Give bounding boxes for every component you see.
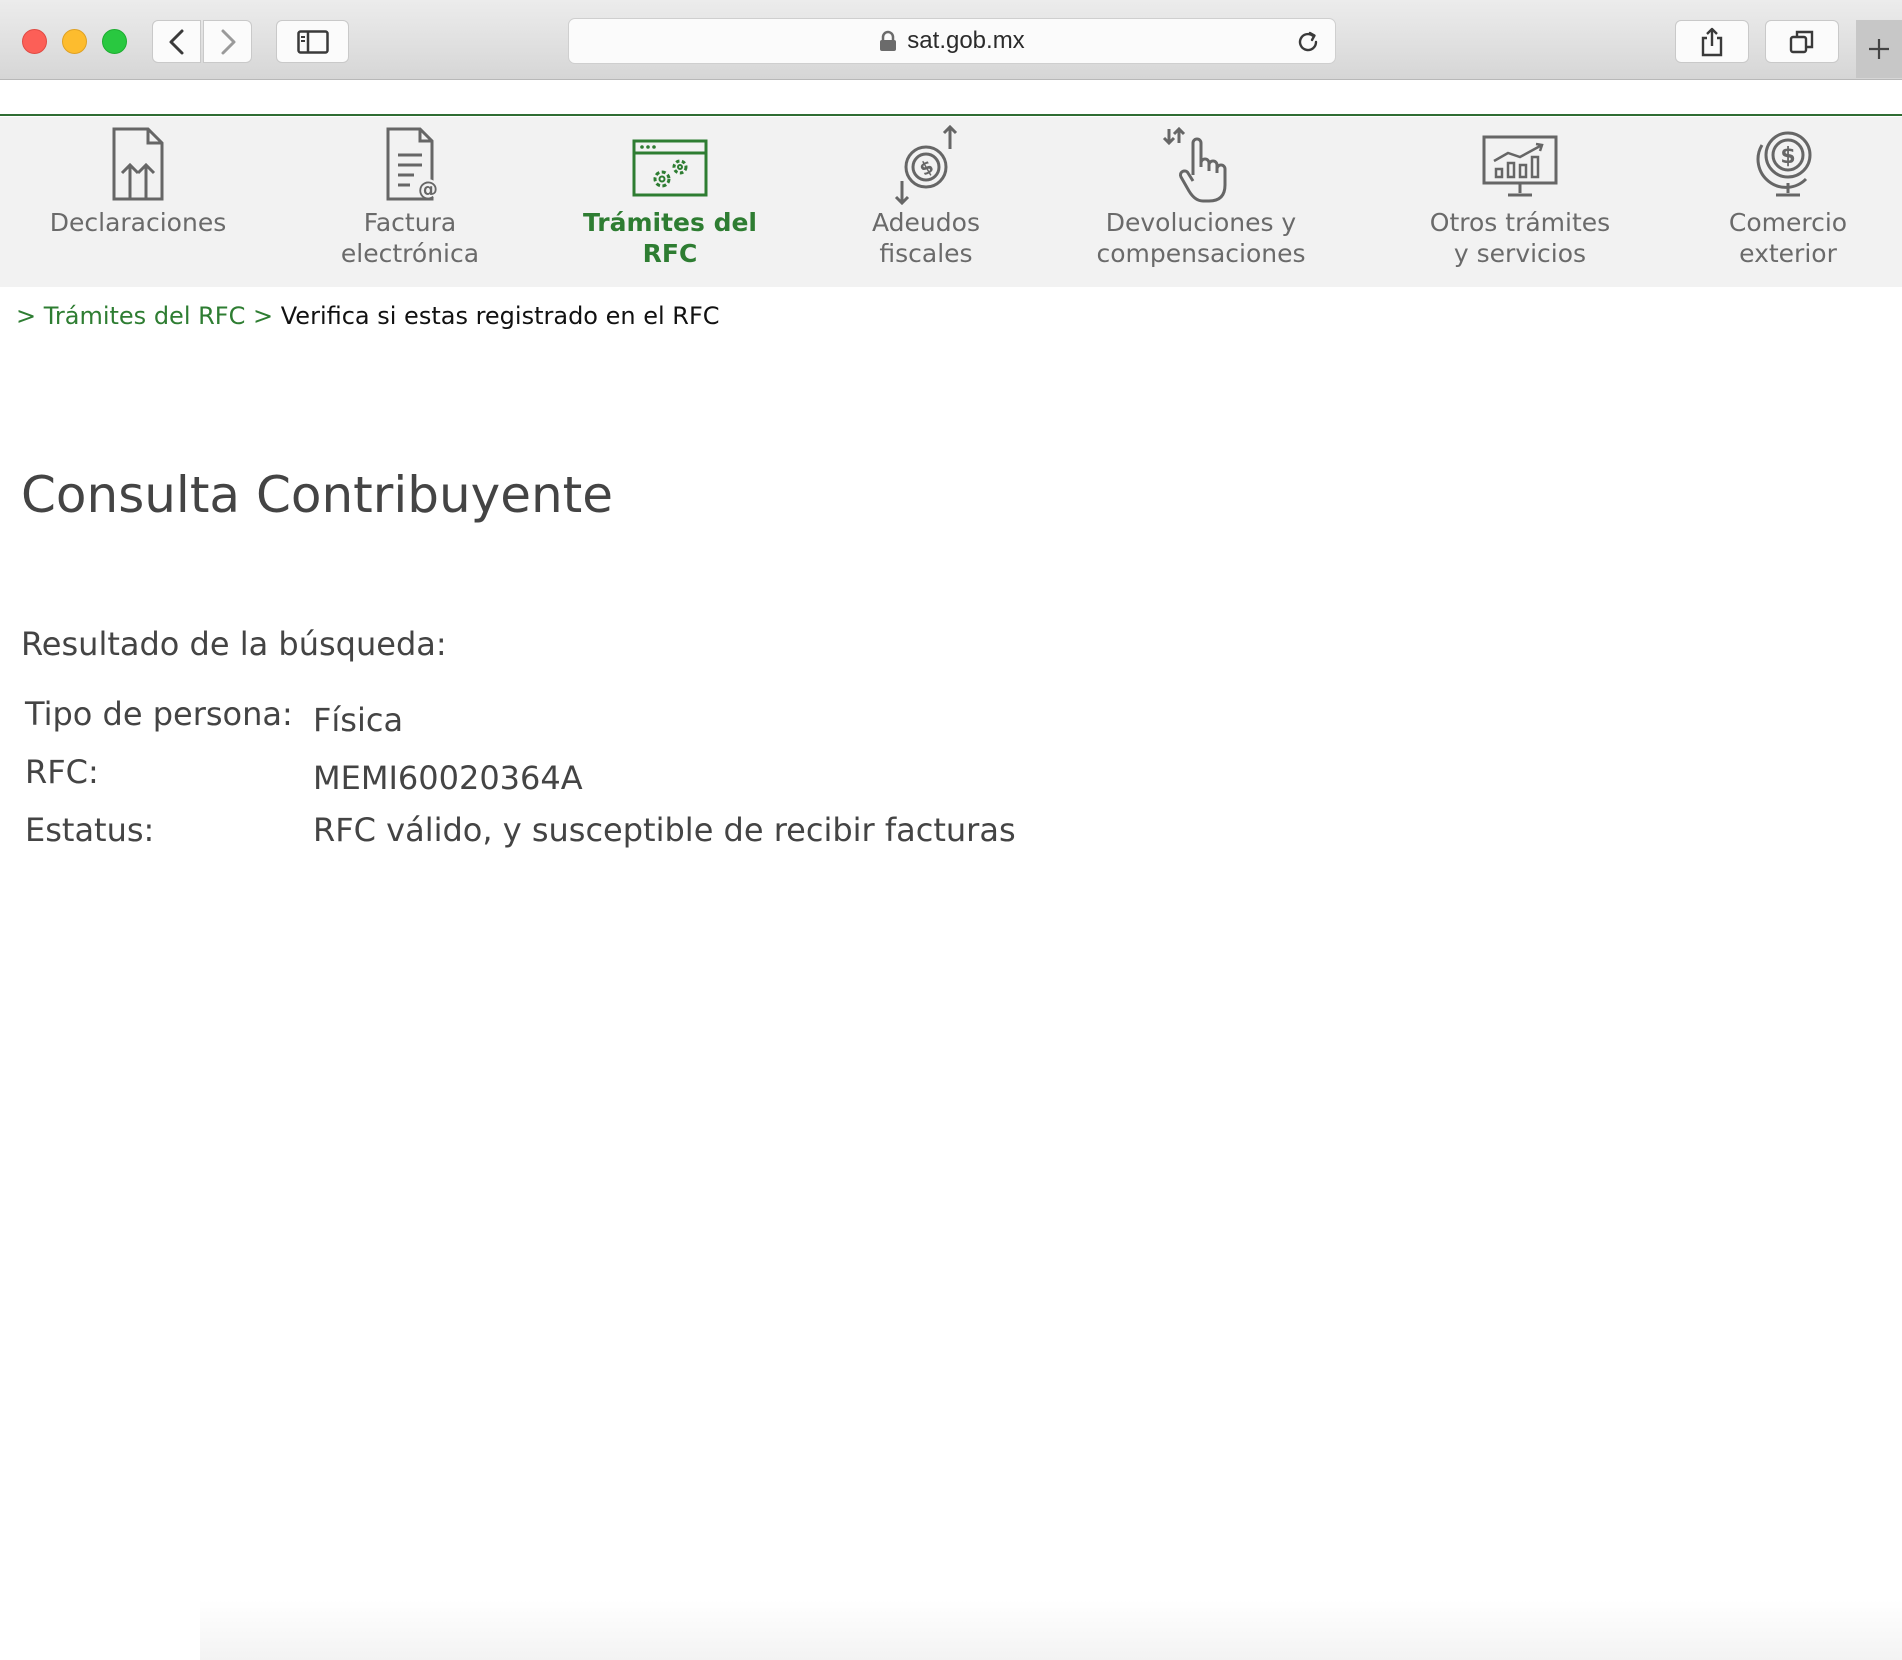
- nav-item-factura-electronica[interactable]: @ Factura electrónica: [320, 117, 500, 287]
- result-heading: Resultado de la búsqueda:: [21, 625, 447, 663]
- plus-icon: [1869, 39, 1889, 59]
- browser-toolbar: sat.gob.mx: [0, 0, 1902, 80]
- minimize-window-button[interactable]: [62, 29, 87, 54]
- result-label: Estatus:: [25, 811, 155, 849]
- address-bar[interactable]: sat.gob.mx: [568, 18, 1336, 64]
- nav-label-line2: y servicios: [1453, 239, 1587, 268]
- share-button[interactable]: [1675, 20, 1749, 63]
- back-button[interactable]: [152, 20, 201, 63]
- nav-label-line2: compensaciones: [1096, 239, 1306, 268]
- share-icon: [1701, 27, 1723, 56]
- globe-dollar-icon: $: [1756, 131, 1812, 197]
- hand-pointer-arrows-icon: [1162, 126, 1227, 203]
- nav-item-tramites-rfc[interactable]: Trámites del RFC: [580, 117, 760, 287]
- svg-text:$: $: [1780, 144, 1795, 169]
- svg-text:@: @: [418, 177, 438, 201]
- main-nav: Declaraciones @ Factura electrónica Trám…: [0, 117, 1902, 287]
- result-label: Tipo de persona:: [25, 695, 293, 733]
- page-title: Consulta Contribuyente: [21, 466, 614, 524]
- breadcrumb-separator: >: [253, 302, 274, 330]
- nav-label-line2: RFC: [642, 239, 698, 268]
- nav-label-line1: Otros trámites: [1429, 208, 1611, 237]
- nav-label-line2: fiscales: [879, 239, 973, 268]
- nav-item-comercio-exterior[interactable]: $ Comercio exterior: [1708, 117, 1868, 287]
- forward-icon: [221, 29, 235, 54]
- browser-gears-icon: [632, 139, 708, 197]
- lock-icon: [880, 30, 897, 51]
- coin-arrows-icon: $: [894, 125, 958, 205]
- nav-item-devoluciones[interactable]: Devoluciones y compensaciones: [1090, 117, 1312, 287]
- breadcrumb-separator: >: [16, 302, 37, 330]
- back-icon: [169, 29, 183, 54]
- forward-button[interactable]: [203, 20, 252, 63]
- tabs-icon: [1789, 30, 1814, 53]
- breadcrumb-current: Verifica si estas registrado en el RFC: [280, 302, 720, 330]
- close-window-button[interactable]: [22, 29, 47, 54]
- sidebar-toggle-button[interactable]: [276, 20, 349, 63]
- nav-label-line1: Trámites del: [582, 208, 758, 237]
- nav-label-line1: Devoluciones y: [1105, 208, 1297, 237]
- nav-label-line2: exterior: [1739, 239, 1837, 268]
- page-bottom-shadow: [200, 1600, 1902, 1660]
- url-text: sat.gob.mx: [907, 27, 1025, 54]
- reload-icon[interactable]: [1295, 29, 1321, 55]
- declarations-document-icon: [112, 127, 164, 201]
- maximize-window-button[interactable]: [102, 29, 127, 54]
- breadcrumb: > Trámites del RFC > Verifica si estas r…: [16, 302, 720, 330]
- nav-item-adeudos-fiscales[interactable]: $ Adeudos fiscales: [836, 117, 1016, 287]
- result-value: MEMI60020364A: [313, 759, 583, 797]
- show-tabs-button[interactable]: [1765, 20, 1839, 63]
- result-label: RFC:: [25, 753, 99, 791]
- e-invoice-document-icon: @: [386, 127, 438, 201]
- nav-item-otros-tramites[interactable]: Otros trámites y servicios: [1420, 117, 1620, 287]
- nav-label-line1: Adeudos: [872, 208, 980, 237]
- site-header-strip: [0, 80, 1902, 116]
- monitor-chart-icon: [1482, 135, 1558, 197]
- result-value: Física: [313, 701, 404, 739]
- nav-label-line1: Factura: [363, 208, 457, 237]
- new-tab-button[interactable]: [1856, 20, 1902, 78]
- nav-label-line2: electrónica: [340, 239, 480, 268]
- breadcrumb-link-tramites-rfc[interactable]: Trámites del RFC: [44, 302, 246, 330]
- nav-label-line1: Comercio: [1728, 208, 1848, 237]
- sidebar-icon: [296, 29, 329, 54]
- nav-item-declaraciones[interactable]: Declaraciones: [48, 117, 228, 287]
- nav-label-line1: Declaraciones: [49, 208, 227, 237]
- result-value: RFC válido, y susceptible de recibir fac…: [313, 811, 1016, 849]
